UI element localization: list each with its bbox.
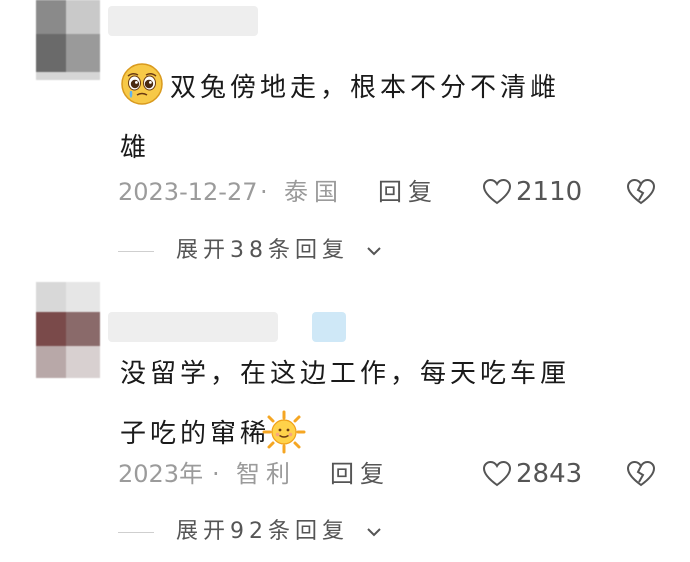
like-count: 2843 bbox=[516, 459, 583, 489]
pleading-face-icon bbox=[120, 62, 164, 106]
comment-text-line2: 子吃的窜稀 bbox=[120, 419, 271, 449]
divider-dash bbox=[118, 532, 154, 533]
like-count: 2110 bbox=[516, 177, 583, 207]
meta-separator: · bbox=[260, 178, 268, 206]
comment-meta: 2023-12-27 · 泰国 回复 2110 bbox=[118, 172, 668, 212]
reply-button[interactable]: 回复 bbox=[378, 172, 438, 212]
comment-meta: 2023年 · 智利 回复 2843 bbox=[118, 454, 668, 494]
heart-icon[interactable] bbox=[482, 178, 512, 206]
comment-location: 智利 bbox=[236, 460, 296, 488]
comment-text-line1: 没留学，在这边工作，每天吃车厘 bbox=[120, 359, 571, 389]
username-blurred[interactable] bbox=[108, 312, 278, 342]
expand-replies-label: 展开92条回复 bbox=[176, 519, 349, 544]
broken-heart-icon[interactable] bbox=[626, 178, 656, 206]
username-blurred[interactable] bbox=[108, 6, 258, 36]
comment-location: 泰国 bbox=[284, 178, 344, 206]
reply-button[interactable]: 回复 bbox=[330, 454, 390, 494]
meta-separator: · bbox=[212, 460, 220, 488]
comment-date: 2023年 bbox=[118, 460, 204, 488]
comment-item: 双兔傍地走，根本不分不清雌 雄 2023-12-27 · 泰国 回复 2110 … bbox=[0, 0, 690, 282]
sun-face-icon bbox=[262, 410, 306, 454]
expand-replies-label: 展开38条回复 bbox=[176, 238, 349, 263]
comment-text: 双兔傍地走，根本不分不清雌 雄 bbox=[120, 58, 650, 178]
comment-item: 没留学，在这边工作，每天吃车厘 子吃的窜稀 2023年 · 智利 回复 2843… bbox=[0, 282, 690, 562]
comment-text: 没留学，在这边工作，每天吃车厘 子吃的窜稀 bbox=[120, 344, 650, 464]
avatar[interactable] bbox=[36, 282, 108, 378]
username-badge-blurred bbox=[312, 312, 346, 342]
comment-text-line1: 双兔傍地走，根本不分不清雌 bbox=[170, 73, 561, 103]
chevron-down-icon bbox=[367, 528, 381, 537]
comment-text-line2: 雄 bbox=[120, 133, 151, 163]
chevron-down-icon bbox=[367, 247, 381, 256]
heart-icon[interactable] bbox=[482, 460, 512, 488]
divider-dash bbox=[118, 251, 154, 252]
avatar[interactable] bbox=[36, 0, 108, 80]
broken-heart-icon[interactable] bbox=[626, 460, 656, 488]
comment-date: 2023-12-27 bbox=[118, 178, 258, 206]
